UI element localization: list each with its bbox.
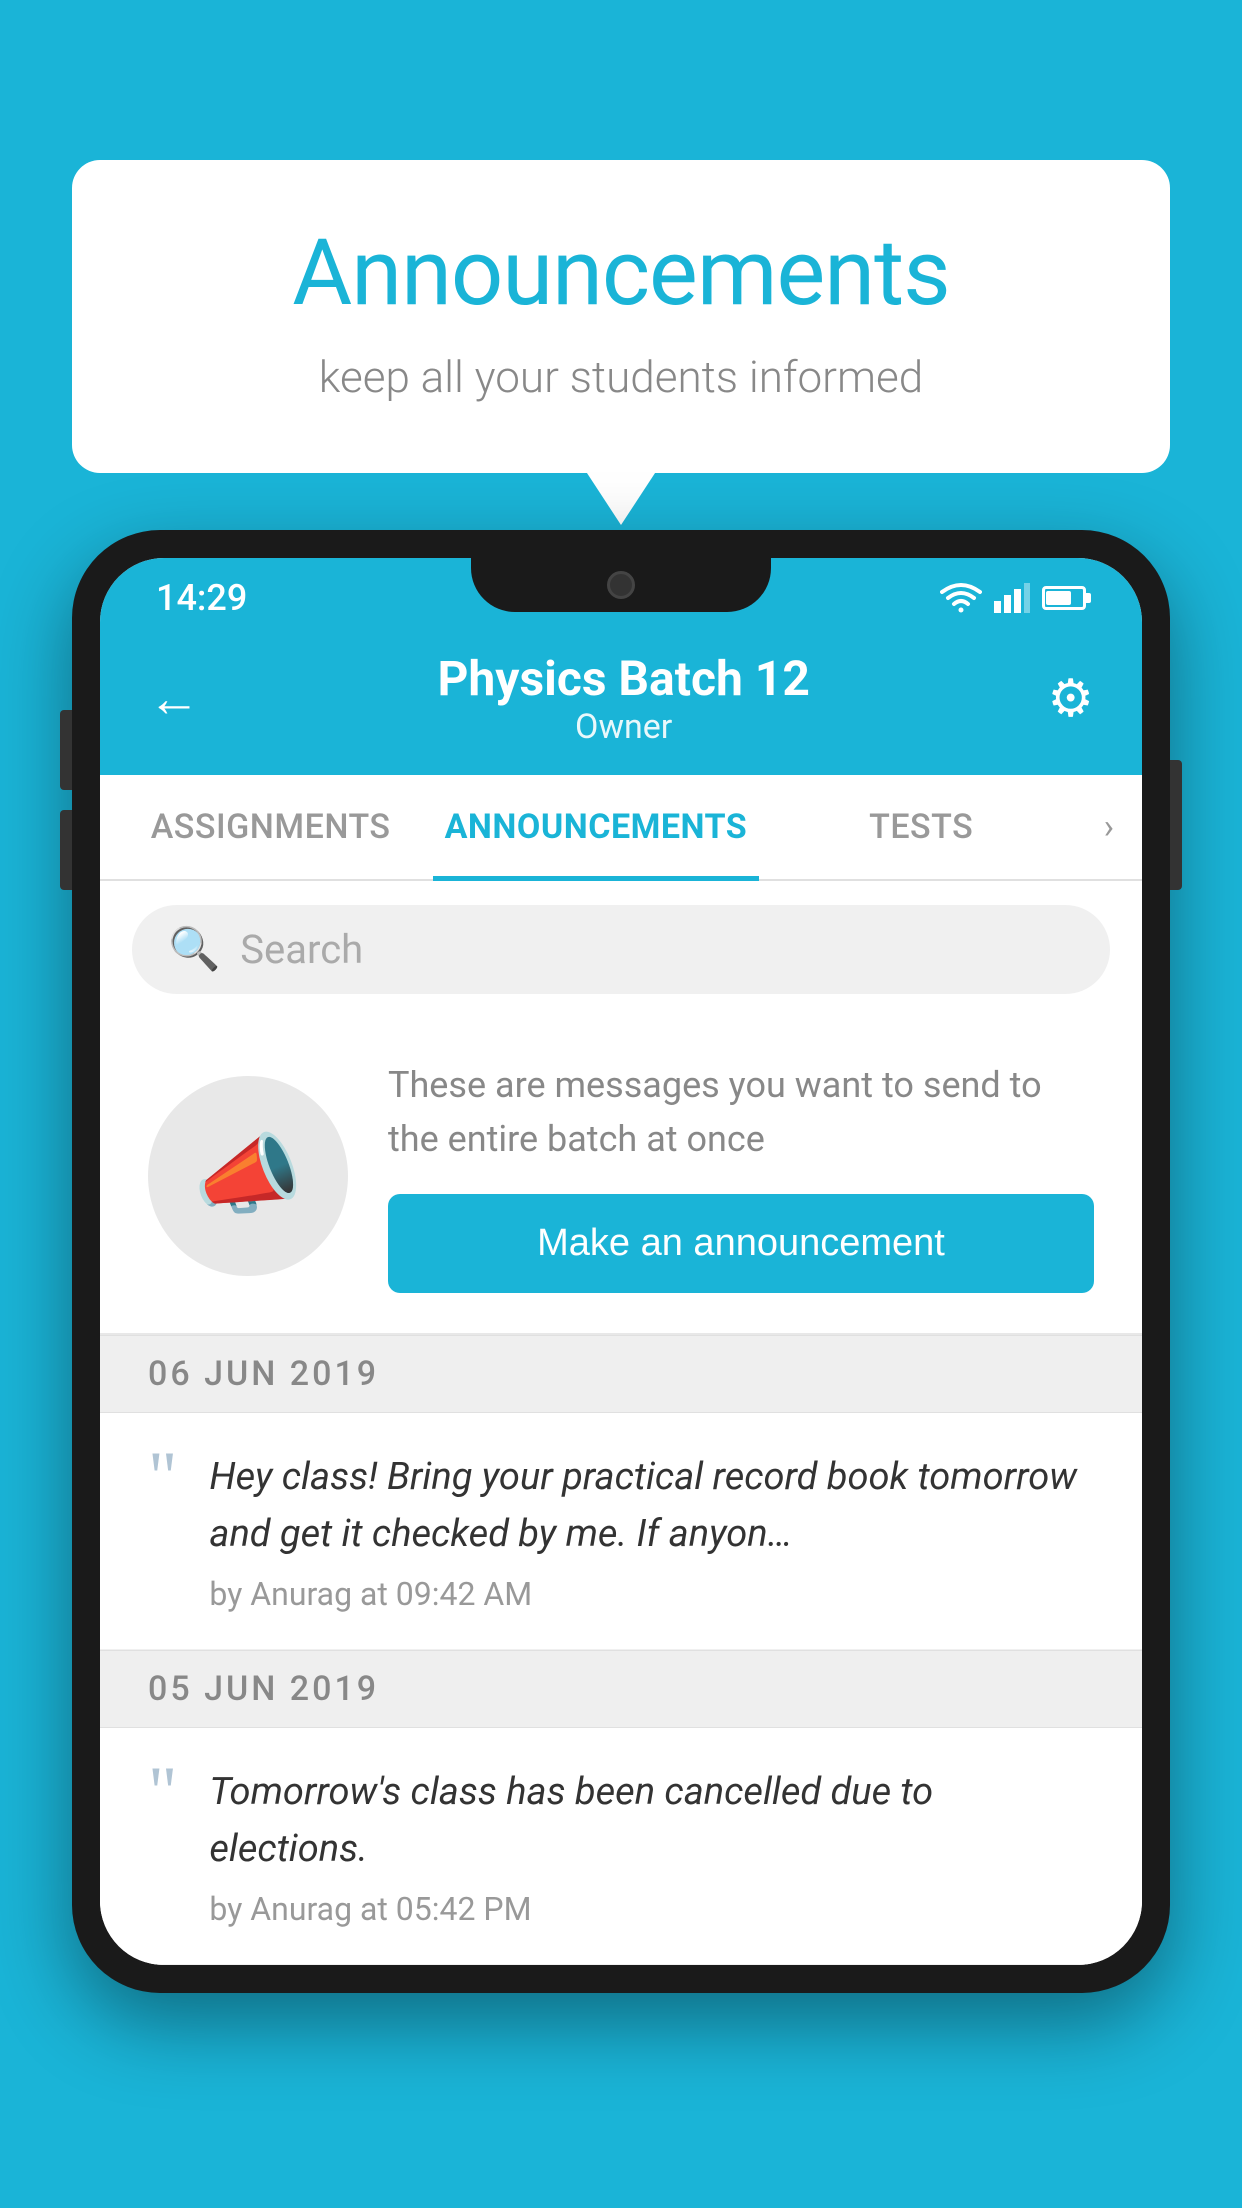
announcement-intro: 📣 These are messages you want to send to… (100, 1018, 1142, 1335)
speech-bubble: Announcements keep all your students inf… (72, 160, 1170, 473)
power-button (1170, 760, 1182, 890)
date-separator-1: 06 JUN 2019 (100, 1335, 1142, 1413)
search-input[interactable]: Search (240, 926, 363, 973)
announcement-meta-2: by Anurag at 05:42 PM (209, 1890, 1094, 1928)
tabs-bar: ASSIGNMENTS ANNOUNCEMENTS TESTS › (100, 775, 1142, 881)
phone-wrapper: 14:29 (72, 530, 1170, 2208)
tab-assignments[interactable]: ASSIGNMENTS (108, 775, 433, 879)
intro-description: These are messages you want to send to t… (388, 1058, 1094, 1166)
quote-icon-2: " (148, 1756, 177, 1828)
signal-icon (994, 583, 1030, 613)
bubble-subtitle: keep all your students informed (152, 351, 1090, 403)
wifi-icon (940, 582, 982, 614)
tab-more[interactable]: › (1084, 775, 1134, 879)
phone-screen: 14:29 (100, 558, 1142, 1965)
search-box[interactable]: 🔍 Search (132, 905, 1110, 994)
megaphone-icon: 📣 (193, 1124, 303, 1227)
status-icons (940, 582, 1086, 614)
settings-icon[interactable]: ⚙ (1047, 668, 1094, 729)
tab-announcements[interactable]: ANNOUNCEMENTS (433, 775, 758, 879)
announcement-content-1: Hey class! Bring your practical record b… (209, 1449, 1094, 1613)
battery-icon (1042, 586, 1086, 610)
phone-notch (471, 558, 771, 612)
search-container: 🔍 Search (100, 881, 1142, 1018)
announcement-text-1: Hey class! Bring your practical record b… (209, 1449, 1094, 1563)
back-button[interactable]: ← (148, 668, 200, 729)
battery-tip (1086, 593, 1091, 603)
status-time: 14:29 (156, 577, 247, 619)
announcement-item-1[interactable]: " Hey class! Bring your practical record… (100, 1413, 1142, 1650)
announcement-text-2: Tomorrow's class has been cancelled due … (209, 1764, 1094, 1878)
quote-icon-1: " (148, 1441, 177, 1513)
header-center: Physics Batch 12 Owner (437, 650, 809, 747)
tab-tests[interactable]: TESTS (759, 775, 1084, 879)
battery-fill (1046, 591, 1071, 605)
bubble-title: Announcements (152, 220, 1090, 327)
volume-up-button (60, 710, 72, 790)
date-separator-2: 05 JUN 2019 (100, 1650, 1142, 1728)
batch-title: Physics Batch 12 (437, 650, 809, 707)
speech-bubble-container: Announcements keep all your students inf… (72, 160, 1170, 473)
batch-role: Owner (437, 707, 809, 747)
front-camera (607, 571, 635, 599)
announcement-content-2: Tomorrow's class has been cancelled due … (209, 1764, 1094, 1928)
app-header: ← Physics Batch 12 Owner ⚙ (100, 630, 1142, 775)
search-icon: 🔍 (168, 925, 220, 974)
intro-right: These are messages you want to send to t… (388, 1058, 1094, 1293)
phone-outer: 14:29 (72, 530, 1170, 1993)
volume-down-button (60, 810, 72, 890)
announcement-meta-1: by Anurag at 09:42 AM (209, 1575, 1094, 1613)
megaphone-circle: 📣 (148, 1076, 348, 1276)
announcement-item-2[interactable]: " Tomorrow's class has been cancelled du… (100, 1728, 1142, 1965)
make-announcement-button[interactable]: Make an announcement (388, 1194, 1094, 1293)
